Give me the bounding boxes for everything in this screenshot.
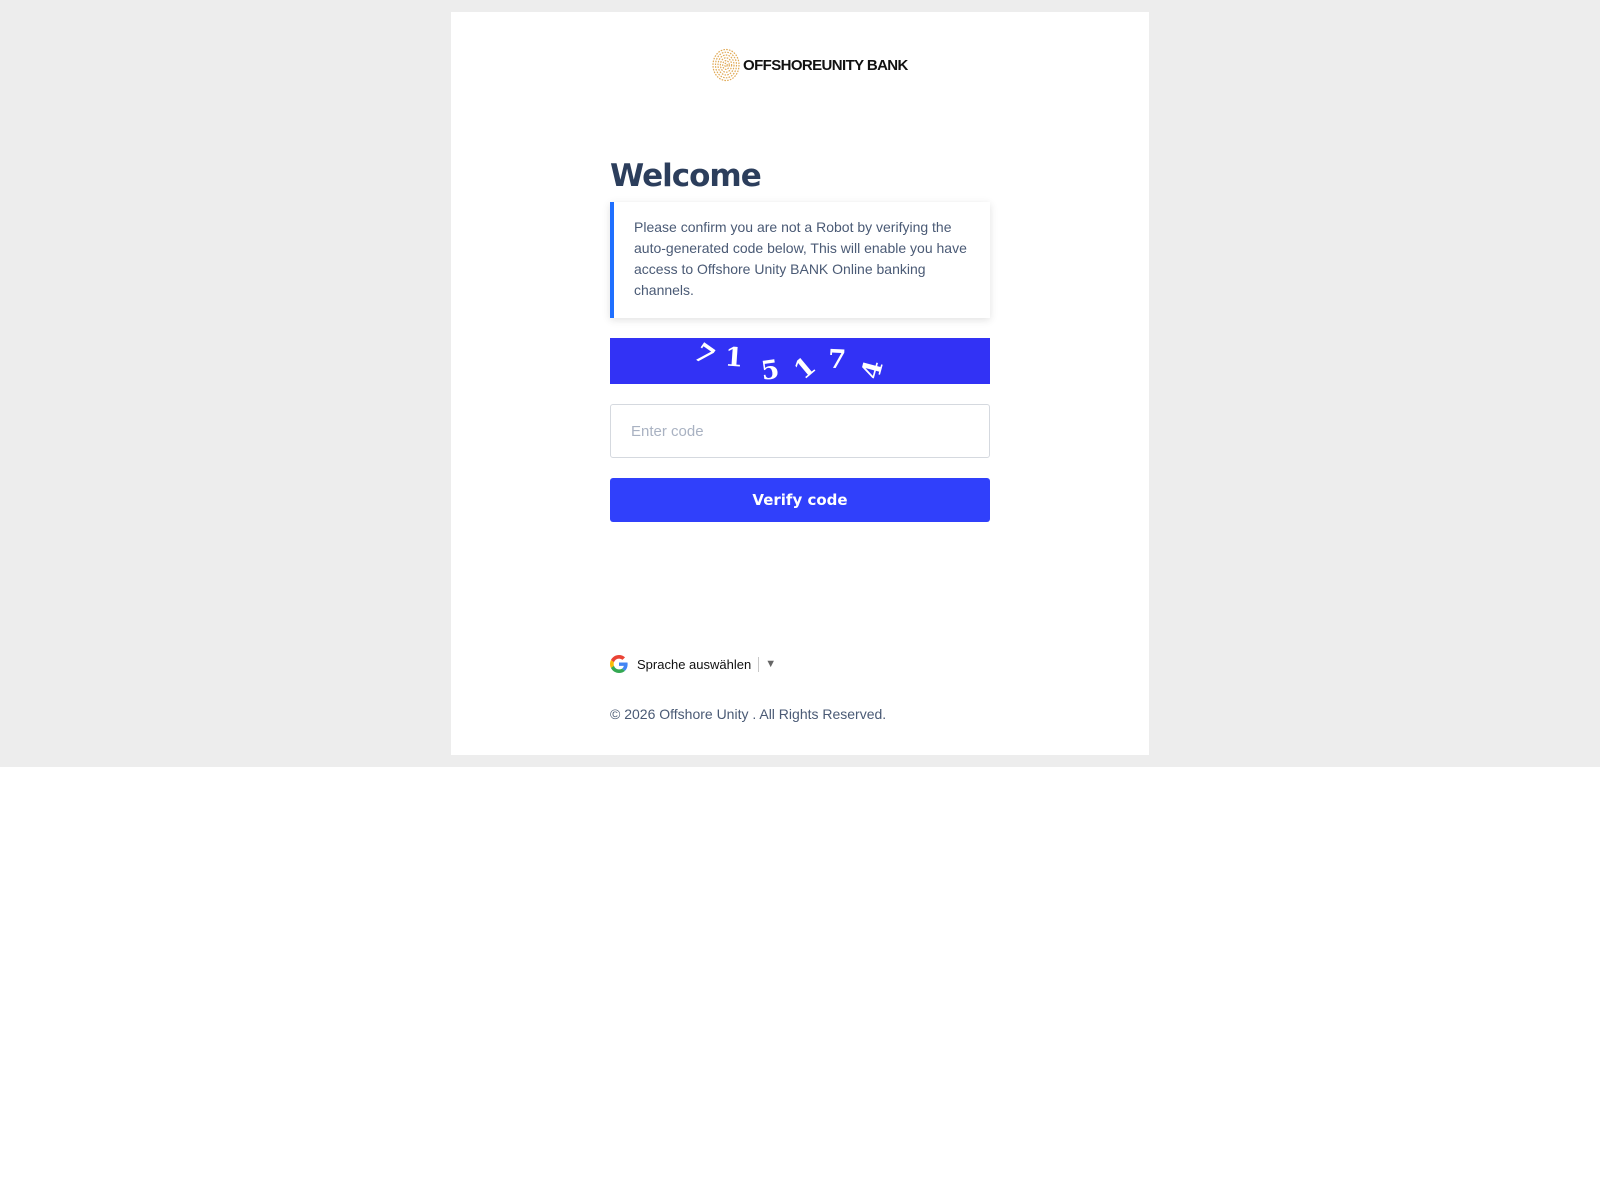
- verify-code-button[interactable]: Verify code: [610, 478, 990, 522]
- captcha-char: 4: [856, 357, 890, 382]
- captcha-char: 1: [789, 351, 822, 384]
- bank-name: OFFSHOREUNITY BANK: [743, 56, 908, 74]
- bank-logo[interactable]: OFFSHOREUNITY BANK: [711, 48, 908, 82]
- captcha-char: 7: [827, 345, 847, 376]
- fingerprint-icon: [712, 48, 740, 82]
- code-input[interactable]: [610, 404, 990, 458]
- robot-notice: Please confirm you are not a Robot by ve…: [610, 202, 990, 318]
- language-selector[interactable]: Sprache auswählen ▼: [610, 654, 776, 674]
- language-divider: [758, 656, 760, 672]
- copyright-text: © 2026 Offshore Unity . All Rights Reser…: [610, 706, 887, 722]
- page-title: Welcome: [610, 158, 762, 194]
- language-label: Sprache auswählen: [637, 656, 752, 672]
- captcha-char: 1: [724, 342, 744, 373]
- google-icon: [610, 655, 628, 673]
- captcha-char: 5: [759, 355, 781, 384]
- dropdown-arrow-icon: ▼: [765, 658, 777, 670]
- captcha-image: 7 1 5 1 7 4: [610, 338, 990, 384]
- verification-card: OFFSHOREUNITY BANK Welcome Please confir…: [451, 12, 1149, 755]
- captcha-char: 7: [688, 338, 720, 373]
